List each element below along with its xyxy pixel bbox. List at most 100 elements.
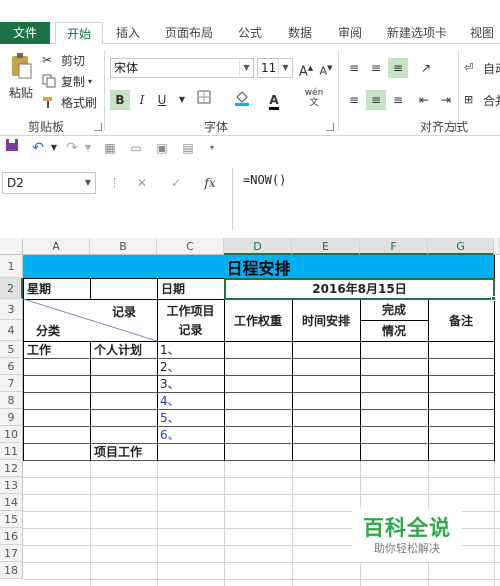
select-all-corner[interactable] [0,238,23,255]
tab-page-layout[interactable]: 页面布局 [160,22,218,44]
borders-button[interactable] [194,90,214,110]
font-color-button[interactable]: A [264,90,284,110]
align-center-button[interactable]: ≡ [366,90,386,110]
increase-indent-button[interactable]: ⇥ [436,90,456,110]
column-header-c[interactable]: C [157,238,224,255]
row-header[interactable]: 9 [0,409,23,426]
tab-new-tab[interactable]: 新建选项卡 [382,22,452,44]
formula-input[interactable]: =NOW() [232,168,500,230]
cut-button[interactable]: ✂ 剪切 [42,52,85,69]
row-header[interactable]: 6 [0,358,23,375]
row-header[interactable]: 14 [0,494,23,511]
cell-weekday-label[interactable]: 星期 [27,278,51,299]
row-header[interactable]: 13 [0,477,23,494]
cell-item[interactable]: 1、 [160,341,180,358]
merge-button[interactable]: ⊞ 合并 [464,92,500,109]
qat-tool-icon[interactable]: ▭ [126,138,146,158]
align-left-button[interactable]: ≡ [344,90,364,110]
wrap-text-button[interactable]: ⏎ 自动 [464,60,500,77]
orientation-button[interactable]: ↗ [416,58,436,78]
cell-record-label[interactable]: 记录 [112,302,136,320]
row-header[interactable]: 17 [0,545,23,562]
grow-font-button[interactable]: A▲ [296,58,316,79]
cell-date-value[interactable]: 2016年8月15日 [224,278,495,299]
cell-work[interactable]: 工作 [27,341,51,358]
qat-tool-icon[interactable]: ▦ [100,138,120,158]
chevron-down-icon[interactable]: ▼ [172,90,192,110]
fill-color-button[interactable] [232,90,252,110]
qat-tool-icon[interactable]: ▣ [152,138,172,158]
cell-item[interactable]: 5、 [160,409,180,426]
save-button[interactable] [2,138,22,158]
tab-view[interactable]: 视图 [464,22,500,44]
row-header[interactable]: 16 [0,528,23,545]
chevron-down-icon[interactable]: ▼ [44,138,64,158]
align-top-button[interactable]: ≡ [344,58,364,78]
row-header[interactable]: 5 [0,341,23,358]
row-header[interactable]: 7 [0,375,23,392]
row-header[interactable]: 4 [0,320,23,341]
cell-date-label[interactable]: 日期 [161,278,185,299]
qat-tool-icon[interactable]: ▤ [178,138,198,158]
title-cell[interactable]: 日程安排 [23,255,494,278]
row-header[interactable]: 15 [0,511,23,528]
column-header-e[interactable]: E [292,238,360,255]
column-header-g[interactable]: G [428,238,494,255]
tab-file[interactable]: 文件 [0,22,50,44]
tab-insert[interactable]: 插入 [110,22,146,44]
column-header-a[interactable]: A [23,238,90,255]
font-name-select[interactable]: 宋体 ▼ [110,58,254,78]
align-bottom-button[interactable]: ≡ [388,58,408,78]
cell-time[interactable]: 时间安排 [292,299,360,341]
copy-button[interactable]: 复制 ▾ [42,73,92,90]
tab-review[interactable]: 审阅 [332,22,368,44]
cell-project-work[interactable]: 项目工作 [94,443,142,460]
shrink-font-button[interactable]: A▼ [316,58,336,78]
tab-home[interactable]: 开始 [55,22,103,45]
cell-item[interactable]: 6、 [160,426,180,443]
customize-qat-icon[interactable]: ▾ [202,138,222,158]
cell-remark[interactable]: 备注 [428,299,494,341]
row-header[interactable]: 11 [0,443,23,460]
row-header[interactable]: 1 [0,255,23,278]
font-launcher-icon[interactable] [326,123,334,131]
column-header-d[interactable]: D [224,238,292,255]
cancel-icon[interactable]: ✕ [132,173,152,193]
tab-data[interactable]: 数据 [282,22,318,44]
format-painter-button[interactable]: 格式刷 [42,94,97,111]
cell-item[interactable]: 2、 [160,358,180,375]
cell-done-line1[interactable]: 完成 [360,299,428,320]
cell-item[interactable]: 3、 [160,375,180,392]
phonetic-button[interactable]: wén 文 [300,88,328,108]
column-header-partial[interactable] [494,238,500,255]
cell-category-label[interactable]: 分类 [36,320,60,340]
cell-weight[interactable]: 工作权重 [224,299,292,341]
insert-function-icon[interactable]: fx [200,173,220,193]
row-header[interactable]: 3 [0,299,23,320]
row-header[interactable]: 2 [0,278,23,299]
alignment-launcher-icon[interactable] [448,123,456,131]
clipboard-launcher-icon[interactable] [94,123,102,131]
align-right-button[interactable]: ≡ [388,90,408,110]
bold-button[interactable]: B [110,90,130,110]
align-middle-button[interactable]: ≡ [366,58,386,78]
chevron-down-icon[interactable]: ▼ [78,138,98,158]
cell-work-item-line1[interactable]: 工作项目 [157,301,224,320]
tab-formulas[interactable]: 公式 [232,22,268,44]
row-header[interactable]: 8 [0,392,23,409]
paste-button[interactable]: 粘贴 [6,52,36,101]
row-header[interactable]: 10 [0,426,23,443]
cell-done-line2[interactable]: 情况 [360,320,428,341]
cell-item[interactable]: 4、 [160,392,180,409]
column-header-f[interactable]: F [360,238,428,255]
name-box[interactable]: D2 ▼ [2,172,96,194]
underline-button[interactable]: U [152,90,172,110]
row-header[interactable]: 12 [0,460,23,477]
italic-button[interactable]: I [132,90,152,110]
column-header-b[interactable]: B [90,238,157,255]
font-size-select[interactable]: 11 ▼ [257,58,293,78]
row-header[interactable]: 18 [0,562,23,579]
enter-icon[interactable]: ✓ [166,173,186,193]
cell-personal-plan[interactable]: 个人计划 [94,341,142,358]
decrease-indent-button[interactable]: ⇤ [414,90,434,110]
